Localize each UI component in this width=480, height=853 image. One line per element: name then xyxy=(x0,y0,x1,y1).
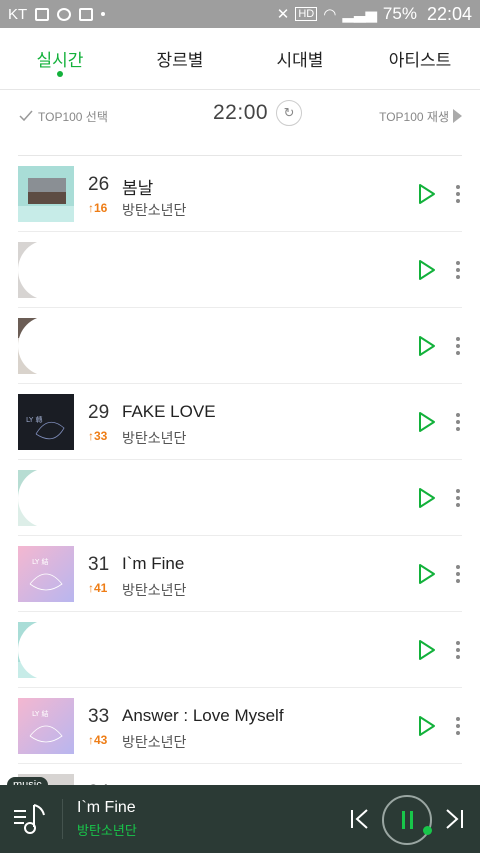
svg-text:LY 結: LY 結 xyxy=(32,709,48,718)
play-icon[interactable] xyxy=(418,183,436,205)
more-options-button[interactable] xyxy=(454,411,462,433)
play-icon[interactable] xyxy=(418,411,436,433)
chart-time-label: 22:00 xyxy=(213,101,269,124)
song-title: I`m Fine xyxy=(122,554,185,573)
song-artist: 방탄소년단 xyxy=(122,582,187,598)
svg-text:LY 結: LY 結 xyxy=(32,557,48,566)
now-playing[interactable]: I`m Fine 방탄소년단 xyxy=(77,799,137,839)
play-outline-icon xyxy=(453,109,462,123)
more-options-button[interactable] xyxy=(454,335,462,357)
album-art-answer: LY 結 xyxy=(18,546,74,602)
app-notification-icon xyxy=(57,7,72,21)
playlist-icon[interactable] xyxy=(12,799,52,839)
carrier-label: KT xyxy=(8,5,28,23)
tab-realtime[interactable]: 실시간 xyxy=(0,28,120,89)
song-row[interactable] xyxy=(18,612,462,688)
hd-icon: HD xyxy=(295,7,318,21)
select-top100-label: TOP100 선택 xyxy=(38,109,108,124)
redaction-mark xyxy=(58,626,238,670)
svg-text:LY 轉: LY 轉 xyxy=(26,415,42,424)
play-top100-label: TOP100 재생 xyxy=(379,109,449,124)
song-row[interactable]: LY 轉 29 ↑33 FAKE LOVE 방탄소년단 xyxy=(18,384,462,460)
album-art-answer: LY 結 xyxy=(18,698,74,754)
check-icon xyxy=(19,110,33,122)
song-artist: 방탄소년단 xyxy=(122,430,187,446)
rank-change: ↑33 xyxy=(88,429,108,443)
chart-tabs: 실시간 장르별 시대별 아티스트 xyxy=(0,28,480,90)
redaction-mark xyxy=(58,474,398,518)
gallery-icon xyxy=(35,7,50,21)
song-list: 26 ↑16 봄날 방탄소년단 LY 轉 29 ↑33 FAKE LOVE 방탄… xyxy=(0,156,480,830)
song-row[interactable] xyxy=(18,232,462,308)
select-top100-button[interactable]: TOP100 선택 xyxy=(18,108,108,125)
pause-button[interactable] xyxy=(382,795,432,845)
more-notifications-icon xyxy=(101,12,106,16)
chart-toolbar: TOP100 선택 22:00 ↻ TOP100 재생 xyxy=(0,90,480,142)
song-row[interactable]: LY 結 31 ↑41 I`m Fine 방탄소년단 xyxy=(18,536,462,612)
redaction-mark xyxy=(58,246,238,290)
gallery-icon-2 xyxy=(79,7,94,21)
play-top100-button[interactable]: TOP100 재생 xyxy=(379,108,462,125)
tab-label: 실시간 xyxy=(36,51,84,70)
song-rank: 26 xyxy=(88,174,110,195)
album-thumb[interactable] xyxy=(18,166,74,222)
song-rank: 31 xyxy=(88,554,110,575)
mute-icon: ✕ xyxy=(276,6,290,23)
clock: 22:04 xyxy=(426,3,472,24)
redaction-mark xyxy=(58,322,238,366)
play-icon[interactable] xyxy=(418,487,436,509)
song-title: FAKE LOVE xyxy=(122,402,216,421)
battery-label: 75% xyxy=(382,4,417,23)
refresh-icon[interactable]: ↻ xyxy=(276,100,303,126)
more-options-button[interactable] xyxy=(454,639,462,661)
song-row[interactable] xyxy=(18,308,462,384)
now-playing-title: I`m Fine xyxy=(77,799,136,816)
tab-era[interactable]: 시대별 xyxy=(240,28,360,89)
pause-icon xyxy=(401,811,413,829)
album-thumb[interactable]: LY 結 xyxy=(18,546,74,602)
more-options-button[interactable] xyxy=(454,183,462,205)
play-icon[interactable] xyxy=(418,639,436,661)
next-icon[interactable] xyxy=(444,808,464,830)
signal-icon: ▂▃▅ xyxy=(342,6,377,23)
more-options-button[interactable] xyxy=(454,563,462,585)
rank-change: ↑16 xyxy=(88,201,108,215)
play-icon[interactable] xyxy=(418,259,436,281)
song-row[interactable] xyxy=(18,460,462,536)
song-title: Answer : Love Myself xyxy=(122,706,284,725)
tab-label: 장르별 xyxy=(156,51,204,70)
album-art-springday xyxy=(18,166,74,222)
chart-time: 22:00 ↻ xyxy=(213,100,303,126)
album-art-tear: LY 轉 xyxy=(18,394,74,450)
play-icon[interactable] xyxy=(418,715,436,737)
album-thumb[interactable]: LY 結 xyxy=(18,698,74,754)
play-icon[interactable] xyxy=(418,335,436,357)
status-bar: KT ✕ HD ◠ ▂▃▅ 75% 22:04 xyxy=(0,0,480,28)
rank-change: ↑41 xyxy=(88,581,108,595)
tab-artist[interactable]: 아티스트 xyxy=(360,28,480,89)
more-options-button[interactable] xyxy=(454,487,462,509)
now-playing-artist: 방탄소년단 xyxy=(77,823,137,838)
album-thumb[interactable]: LY 轉 xyxy=(18,394,74,450)
song-rank: 29 xyxy=(88,402,110,423)
song-artist: 방탄소년단 xyxy=(122,202,187,218)
song-row[interactable]: LY 結 33 ↑43 Answer : Love Myself 방탄소년단 xyxy=(18,688,462,764)
more-options-button[interactable] xyxy=(454,715,462,737)
previous-icon[interactable] xyxy=(350,808,370,830)
song-rank: 33 xyxy=(88,706,110,727)
progress-dot xyxy=(423,826,432,835)
song-row[interactable]: 26 ↑16 봄날 방탄소년단 xyxy=(18,156,462,232)
tab-label: 시대별 xyxy=(276,51,324,70)
divider xyxy=(62,799,63,839)
song-artist: 방탄소년단 xyxy=(122,734,187,750)
tab-genre[interactable]: 장르별 xyxy=(120,28,240,89)
song-title: 봄날 xyxy=(122,179,154,198)
wifi-icon: ◠ xyxy=(323,6,337,23)
rank-change: ↑43 xyxy=(88,733,108,747)
play-icon[interactable] xyxy=(418,563,436,585)
active-tab-indicator xyxy=(57,71,63,77)
tab-label: 아티스트 xyxy=(388,51,452,70)
more-options-button[interactable] xyxy=(454,259,462,281)
